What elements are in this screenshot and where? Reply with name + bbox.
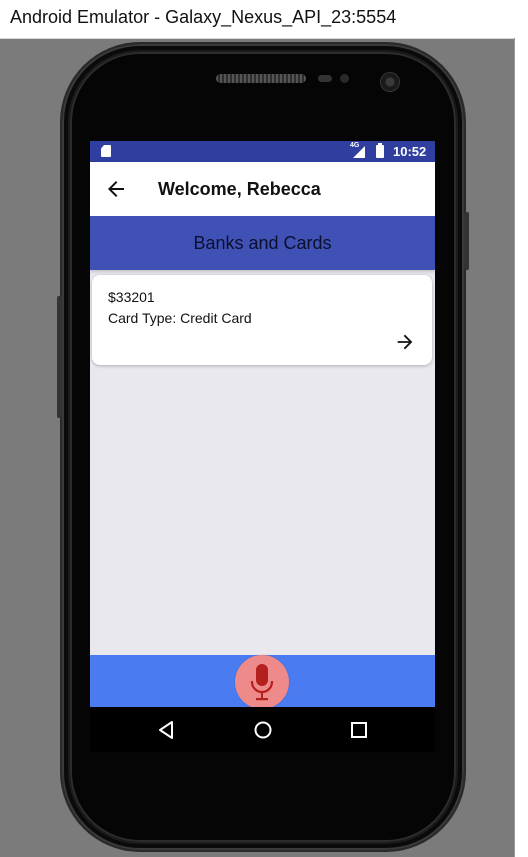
- arrow-left-icon: [108, 181, 124, 197]
- status-time: 10:52: [393, 144, 427, 159]
- status-bar: 4G 10:52: [90, 141, 435, 162]
- sd-card-icon: [101, 145, 111, 157]
- nav-back-icon: [159, 721, 173, 739]
- card-open-button[interactable]: [394, 331, 416, 353]
- nav-home-icon: [254, 721, 272, 739]
- nav-recents-icon: [351, 722, 367, 738]
- nav-home-button[interactable]: [253, 720, 273, 745]
- proximity-sensor: [318, 75, 332, 82]
- nav-recents-button[interactable]: [350, 721, 368, 744]
- arrow-right-icon: [397, 334, 413, 350]
- device-screen: 4G 10:52 Welcome, Rebecca Banks and Card…: [90, 141, 435, 752]
- front-camera-icon: [381, 73, 399, 91]
- android-nav-bar: [90, 707, 435, 752]
- window-edge: [514, 38, 528, 857]
- light-sensor: [340, 74, 349, 83]
- earpiece-speaker: [216, 74, 306, 83]
- signal-icon: [353, 146, 365, 158]
- microphone-icon: [250, 664, 274, 701]
- nav-back-button[interactable]: [156, 720, 176, 745]
- volume-button[interactable]: [464, 212, 469, 270]
- section-title: Banks and Cards: [193, 233, 332, 253]
- back-button[interactable]: [104, 177, 128, 201]
- power-button[interactable]: [57, 296, 62, 418]
- card-type: Card Type: Credit Card: [108, 310, 252, 326]
- emulator-title: Android Emulator - Galaxy_Nexus_API_23:5…: [10, 7, 397, 27]
- mic-button[interactable]: [235, 655, 289, 709]
- app-title: Welcome, Rebecca: [158, 179, 321, 199]
- card-item[interactable]: $33201 Card Type: Credit Card: [92, 275, 432, 365]
- emulator-titlebar: Android Emulator - Galaxy_Nexus_API_23:5…: [0, 0, 528, 39]
- card-amount: $33201: [108, 289, 155, 305]
- section-header: Banks and Cards: [90, 216, 435, 270]
- battery-icon: [376, 143, 384, 158]
- app-bar: Welcome, Rebecca: [90, 162, 435, 216]
